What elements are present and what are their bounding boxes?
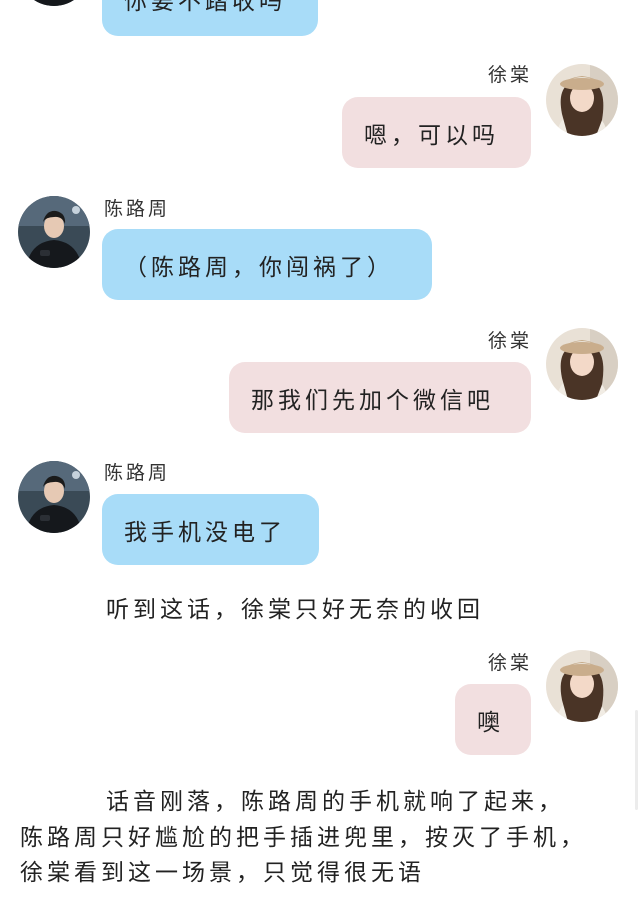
message-bubble-left: （陈路周，你闯祸了） [102,229,432,300]
avatar-chen-lu-zhou[interactable] [18,461,90,533]
message-bubble-left: 我手机没电了 [102,494,319,565]
avatar-chen-lu-zhou[interactable] [18,196,90,268]
avatar-chen-lu-zhou-partial[interactable] [18,0,90,6]
avatar-xu-tang[interactable] [546,650,618,722]
avatar-chen-lu-zhou-icon [18,461,90,533]
avatar-chen-lu-zhou-icon [18,0,90,6]
message-text: 嗯，可以吗 [364,122,499,149]
scrollbar[interactable] [635,710,638,810]
narration-text: 陈路周只好尴尬的把手插进兜里，按灭了手机， [20,825,587,851]
avatar-xu-tang-icon [546,64,618,136]
message-bubble-right: 那我们先加个微信吧 [229,362,531,433]
message-text: 你要不踏收吗 [124,0,286,15]
avatar-xu-tang-icon [546,650,618,722]
avatar-xu-tang[interactable] [546,64,618,136]
speaker-name-xu-tang: 徐棠 [488,64,533,86]
message-bubble-right: 噢 [455,684,531,755]
message-text: （陈路周，你闯祸了） [124,254,394,281]
avatar-chen-lu-zhou-icon [18,196,90,268]
speaker-name-chen-lu-zhou: 陈路周 [104,462,171,484]
narration-text: 听到这话，徐棠只好无奈的收回 [106,597,484,623]
message-text: 那我们先加个微信吧 [251,387,494,414]
narration-text: 话音刚落，陈路周的手机就响了起来， [106,789,565,815]
message-bubble-right: 嗯，可以吗 [342,97,531,168]
message-text: 噢 [477,709,504,736]
speaker-name-chen-lu-zhou: 陈路周 [104,198,171,220]
message-bubble-left-partial: 你要不踏收吗 [102,0,318,36]
message-text: 我手机没电了 [124,519,286,546]
speaker-name-xu-tang: 徐棠 [488,330,533,352]
avatar-xu-tang[interactable] [546,328,618,400]
avatar-xu-tang-icon [546,328,618,400]
narration-text: 徐棠看到这一场景，只觉得很无语 [20,860,425,886]
speaker-name-xu-tang: 徐棠 [488,652,533,674]
